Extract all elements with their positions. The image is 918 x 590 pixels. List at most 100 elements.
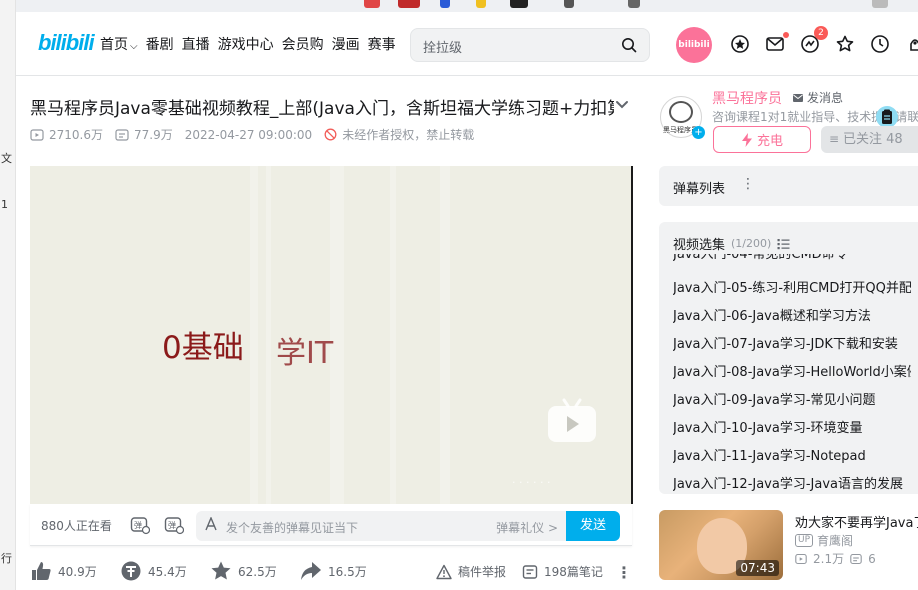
site-header: bilibili 首页 ⌵ 番剧 直播 游戏中心 会员购 漫画 赛事 拴拉级 bi… [16, 12, 918, 76]
bilibili-tv-watermark-icon [548, 398, 596, 442]
collection-item[interactable]: Java入门-07-Java学习-JDK下载和安装 [673, 333, 911, 352]
follow-plus-icon[interactable]: + [692, 126, 705, 139]
favorites-icon[interactable] [835, 34, 855, 54]
video-thumbnail[interactable]: 07:43 [659, 510, 783, 580]
danmaku-etiquette-link[interactable]: 弹幕礼仪 > [496, 519, 558, 536]
collection-item[interactable]: Java入门-10-Java学习-环境变量 [673, 417, 911, 436]
charge-button[interactable]: 充电 [713, 126, 811, 153]
video-frame-stripe [440, 166, 450, 504]
up-tag-icon: UP [795, 534, 814, 547]
like-button[interactable]: 40.9万 [30, 560, 97, 582]
notes-icon [522, 564, 538, 579]
recommended-uploader[interactable]: UP 育鹰阁 [795, 532, 853, 549]
collection-item[interactable]: Java入门-09-Java学习-常见小问题 [673, 389, 911, 408]
more-options-icon[interactable]: ⋮ [741, 176, 755, 192]
background-window-strip: 文 1 行 [0, 0, 16, 590]
thumbs-up-icon [32, 562, 51, 580]
favorite-count: 62.5万 [238, 564, 277, 579]
danmaku-send-bar: 880人正在看 弹 弹 发个友善的弹幕见证当下 弹幕礼仪 > 发送 [30, 504, 632, 546]
bookmark-icon [510, 0, 528, 8]
collection-item[interactable]: Java入门-04-常见的CMD命令 [673, 254, 911, 262]
more-options-icon[interactable]: ⋮ [616, 563, 632, 582]
send-danmaku-button[interactable]: 发送 [566, 511, 620, 541]
video-player[interactable]: 0基础 学IT · · · · · · [30, 166, 632, 504]
nav-item-mall[interactable]: 会员购 [282, 34, 324, 54]
svg-text:弹: 弹 [134, 520, 142, 530]
coin-button[interactable]: 45.4万 [120, 560, 187, 582]
video-title: 黑马程序员Java零基础视频教程_上部(Java入门，含斯坦福大学练习题+力扣算… [30, 99, 614, 118]
send-message-label: 发消息 [807, 91, 844, 105]
nav-item-game-center[interactable]: 游戏中心 [218, 34, 274, 54]
vip-icon[interactable] [730, 34, 750, 54]
unread-dot [783, 32, 789, 38]
collection-item[interactable]: Java入门-08-Java学习-HelloWorld小案例 [673, 361, 911, 380]
nav-item-esports[interactable]: 赛事 [368, 34, 396, 54]
nav-item-manga[interactable]: 漫画 [332, 34, 360, 54]
user-avatar[interactable]: bilibili [676, 27, 712, 63]
uploader-name[interactable]: 黑马程序员 [712, 88, 782, 108]
charge-label: 充电 [756, 134, 783, 149]
danmaku-icon [115, 128, 129, 141]
share-button[interactable]: 16.5万 [300, 560, 367, 582]
search-icon[interactable] [621, 37, 637, 53]
search-input[interactable]: 拴拉级 [423, 37, 462, 56]
collection-list: Java入门-04-常见的CMD命令 Java入门-05-练习-利用CMD打开Q… [659, 254, 918, 494]
danmaku-toggle-icon[interactable]: 弹 [130, 515, 150, 535]
message-badge: 2 [814, 26, 828, 40]
font-style-icon[interactable] [204, 517, 218, 531]
profile-icon [872, 0, 888, 8]
danmaku-settings-icon[interactable]: 弹 [164, 515, 184, 535]
collection-count: (1/200) [731, 237, 772, 250]
danmaku-placeholder: 发个友善的弹幕见证当下 [226, 521, 359, 535]
bilibili-logo[interactable]: bilibili [38, 30, 95, 56]
video-collection-panel: 视频选集 (1/200) Java入门-04-常见的CMD命令 Java入门-0… [659, 222, 918, 494]
send-message-link[interactable]: 发消息 [792, 89, 843, 106]
chevron-down-icon: ⌵ [130, 41, 138, 52]
video-edge [631, 166, 633, 504]
recommended-views: 2.1万 [813, 552, 845, 566]
collection-item[interactable]: Java入门-06-Java概述和学习方法 [673, 305, 911, 324]
message-icon[interactable] [765, 32, 789, 54]
danmaku-count-text: 77.9万 [134, 128, 173, 142]
dynamic-icon[interactable]: 2 [800, 26, 828, 54]
chevron-down-icon[interactable] [614, 96, 630, 112]
notes-button[interactable]: 198篇笔记 [522, 563, 603, 580]
share-count: 16.5万 [328, 564, 367, 579]
recommended-stats: 2.1万 6 [795, 550, 876, 567]
bookmark-icon [364, 0, 380, 8]
note-floating-button[interactable] [876, 106, 898, 128]
browser-bookmark-strip [16, 0, 918, 12]
main-nav: 首页 ⌵ 番剧 直播 游戏中心 会员购 漫画 赛事 [100, 34, 396, 54]
online-viewers: 880人正在看 [41, 519, 112, 533]
copyright-text: 未经作者授权，禁止转载 [342, 128, 475, 142]
nav-item-home[interactable]: 首页 ⌵ [100, 34, 138, 54]
search-box[interactable]: 拴拉级 [410, 28, 650, 62]
danmaku-list-panel[interactable]: 弹幕列表 ⋮ [659, 166, 918, 206]
danmaku-count: 77.9万 [115, 126, 173, 143]
bookmark-icon [628, 0, 640, 8]
collection-item[interactable]: Java入门-11-Java学习-Notepad [673, 445, 911, 464]
danmaku-input[interactable]: 发个友善的弹幕见证当下 弹幕礼仪 > [196, 511, 566, 541]
uploader-avatar[interactable]: 黑马程序员 + [660, 96, 705, 139]
recommended-title[interactable]: 劝大家不要再学Java了 [795, 512, 918, 531]
follow-button[interactable]: ≡ 已关注 48 [821, 126, 918, 153]
nav-item-live[interactable]: 直播 [182, 34, 210, 54]
history-icon[interactable] [870, 34, 890, 54]
list-view-icon[interactable] [777, 238, 790, 250]
view-count: 2710.6万 [30, 126, 103, 143]
collection-header: 视频选集 (1/200) [673, 234, 790, 253]
collection-title: 视频选集 [673, 238, 726, 253]
nav-item-anime[interactable]: 番剧 [146, 34, 174, 54]
collection-item[interactable]: Java入门-12-Java学习-Java语言的发展 [673, 473, 911, 492]
coin-count: 45.4万 [148, 564, 187, 579]
recommended-uploader-name: 育鹰阁 [817, 534, 854, 548]
favorite-button[interactable]: 62.5万 [210, 560, 277, 582]
report-button[interactable]: 稿件举报 [436, 563, 506, 580]
clipboard-icon [882, 109, 892, 124]
video-frame-stripe [250, 166, 258, 504]
collection-item[interactable]: Java入门-05-练习-利用CMD打开QQ并配置环境变量 [673, 277, 911, 296]
menu-lines-icon: ≡ [829, 132, 840, 146]
bookmark-icon [564, 0, 574, 8]
strip-char: 文 [1, 152, 12, 165]
creator-icon[interactable] [905, 34, 918, 54]
